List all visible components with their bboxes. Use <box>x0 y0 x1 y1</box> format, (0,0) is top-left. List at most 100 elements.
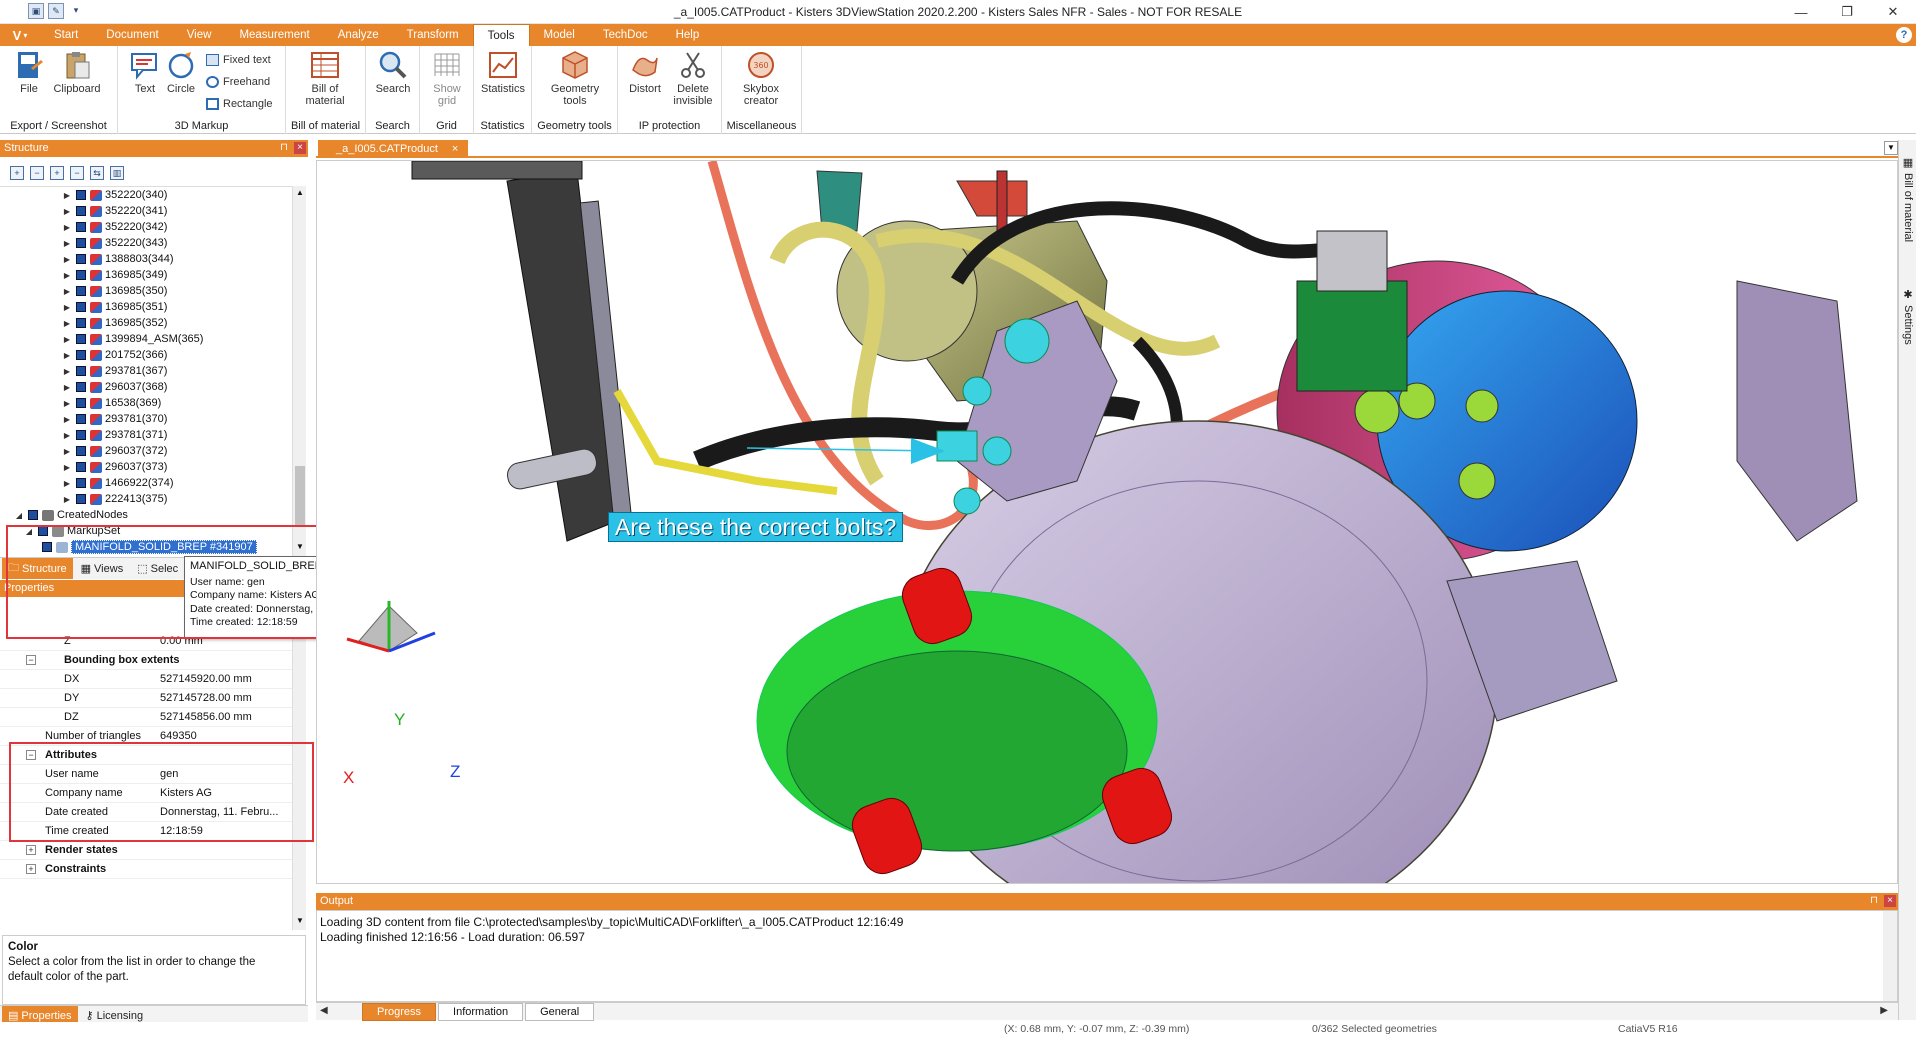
property-date-created[interactable]: Date created Donnerstag, 11. Febru... <box>0 803 292 822</box>
tree-row[interactable]: ▶ 293781(371) <box>0 427 292 443</box>
tree-row[interactable]: ▶ 201752(366) <box>0 347 292 363</box>
expand-arrow-icon[interactable]: ▶ <box>62 463 72 472</box>
expand-arrow-icon[interactable]: ▶ <box>62 383 72 392</box>
geometry-tools-button[interactable]: Geometry tools <box>550 50 600 107</box>
expand-arrow-icon[interactable]: ▶ <box>62 479 72 488</box>
property-dz[interactable]: DZ 527145856.00 mm <box>0 708 292 727</box>
tree-row[interactable]: ▶ 1466922(374) <box>0 475 292 491</box>
expand-arrow-icon[interactable]: ▶ <box>62 431 72 440</box>
distort-button[interactable]: Distort <box>620 50 670 95</box>
close-icon[interactable]: × <box>1884 895 1896 907</box>
tree-row[interactable]: ▶ 136985(352) <box>0 315 292 331</box>
property-group-render-states[interactable]: + Render states <box>0 841 292 860</box>
dock-tab-bill-of-material[interactable]: ▦ Bill of material <box>1900 156 1916 242</box>
property-group-attributes[interactable]: − Attributes <box>0 746 292 765</box>
tree-row[interactable]: ▶ 352220(342) <box>0 219 292 235</box>
scrollbar-thumb[interactable] <box>295 466 305 526</box>
visibility-checkbox[interactable] <box>76 238 86 248</box>
visibility-checkbox[interactable] <box>76 366 86 376</box>
tree-row[interactable]: ▶ 352220(341) <box>0 203 292 219</box>
delete-invisible-button[interactable]: Delete invisible <box>668 50 718 107</box>
collapse-toggle-icon[interactable]: − <box>26 655 36 665</box>
scroll-down-icon[interactable]: ▼ <box>296 542 304 551</box>
visibility-checkbox[interactable] <box>76 382 86 392</box>
visibility-checkbox[interactable] <box>76 318 86 328</box>
visibility-checkbox[interactable] <box>76 302 86 312</box>
expand-all-icon[interactable]: + <box>10 166 24 180</box>
expand-arrow-icon[interactable]: ▶ <box>62 415 72 424</box>
property-company-name[interactable]: Company name Kisters AG <box>0 784 292 803</box>
tab-transform[interactable]: Transform <box>393 24 473 46</box>
expand-arrow-icon[interactable]: ▶ <box>62 255 72 264</box>
tree-row[interactable]: ▶ 296037(372) <box>0 443 292 459</box>
expand-arrow-icon[interactable]: ▶ <box>62 335 72 344</box>
sync-icon[interactable]: ⇆ <box>90 166 104 180</box>
close-icon[interactable]: × <box>294 142 306 154</box>
properties-scrollbar[interactable]: ▼ <box>292 600 306 930</box>
scroll-up-icon[interactable]: ▲ <box>296 188 304 197</box>
tab-progress[interactable]: Progress <box>362 1002 437 1021</box>
visibility-checkbox[interactable] <box>76 222 86 232</box>
expand-arrow-icon[interactable]: ▶ <box>62 207 72 216</box>
visibility-checkbox[interactable] <box>76 414 86 424</box>
property-group-constraints[interactable]: + Constraints <box>0 860 292 879</box>
pin-icon[interactable]: ⊓ <box>1868 895 1880 907</box>
collapse-all-icon[interactable]: − <box>30 166 44 180</box>
expand-arrow-icon[interactable]: ▶ <box>62 367 72 376</box>
visibility-checkbox[interactable] <box>76 462 86 472</box>
expand-arrow-icon[interactable]: ▶ <box>62 191 72 200</box>
collapse-toggle-icon[interactable]: − <box>26 750 36 760</box>
property-time-created[interactable]: Time created 12:18:59 <box>0 822 292 841</box>
maximize-button[interactable]: ❐ <box>1824 0 1870 24</box>
expand-arrow-icon[interactable]: ▶ <box>62 319 72 328</box>
circle-markup-button[interactable]: Circle <box>156 50 206 95</box>
file-button[interactable]: File <box>4 50 54 95</box>
tree-row[interactable]: ▶ 293781(367) <box>0 363 292 379</box>
expand-arrow-icon[interactable]: ▶ <box>62 223 72 232</box>
help-icon[interactable]: ? <box>1896 27 1912 43</box>
property-triangles[interactable]: Number of triangles 649350 <box>0 727 292 746</box>
property-group-bbox[interactable]: − Bounding box extents <box>0 651 292 670</box>
property-dx[interactable]: DX 527145920.00 mm <box>0 670 292 689</box>
pin-icon[interactable]: ⊓ <box>278 142 290 154</box>
expand-arrow-icon[interactable]: ▶ <box>62 447 72 456</box>
tree-row[interactable]: ▶ 296037(373) <box>0 459 292 475</box>
skybox-creator-button[interactable]: 360 Skybox creator <box>736 50 786 107</box>
property-dy[interactable]: DY 527145728.00 mm <box>0 689 292 708</box>
tab-selection[interactable]: ⬚ Selec <box>131 558 184 579</box>
visibility-checkbox[interactable] <box>76 430 86 440</box>
tab-help[interactable]: Help <box>662 24 714 46</box>
expand-arrow-icon[interactable]: ▶ <box>62 239 72 248</box>
scroll-right-icon[interactable]: ▶ <box>1880 1005 1888 1016</box>
show-grid-button[interactable]: Show grid <box>422 50 472 107</box>
dock-tab-settings[interactable]: ✱ Settings <box>1900 288 1916 345</box>
visibility-checkbox[interactable] <box>76 350 86 360</box>
clipboard-button[interactable]: Clipboard <box>52 50 102 95</box>
document-list-dropdown-icon[interactable]: ▼ <box>1884 141 1898 155</box>
tab-model[interactable]: Model <box>530 24 589 46</box>
rectangle-button[interactable]: Rectangle <box>206 98 273 110</box>
tree-row[interactable]: ▶ 136985(351) <box>0 299 292 315</box>
collapse-level-icon[interactable]: − <box>70 166 84 180</box>
tab-structure[interactable]: 🗀 Structure <box>2 558 73 579</box>
close-button[interactable]: ✕ <box>1870 0 1916 24</box>
visibility-checkbox[interactable] <box>76 206 86 216</box>
visibility-checkbox[interactable] <box>76 334 86 344</box>
scroll-left-icon[interactable]: ◀ <box>320 1005 328 1016</box>
visibility-checkbox[interactable] <box>76 494 86 504</box>
visibility-checkbox[interactable] <box>76 478 86 488</box>
tree-row-selected[interactable]: MANIFOLD_SOLID_BREP #341907 <box>0 539 292 555</box>
scroll-down-icon[interactable]: ▼ <box>296 916 304 925</box>
tab-view[interactable]: View <box>173 24 226 46</box>
search-button[interactable]: Search <box>368 50 418 95</box>
expand-arrow-icon[interactable]: ▶ <box>62 303 72 312</box>
document-tab[interactable]: _a_I005.CATProduct × <box>318 140 469 158</box>
visibility-checkbox[interactable] <box>76 190 86 200</box>
tree-row-created-nodes[interactable]: ◢ CreatedNodes <box>0 507 292 523</box>
tree-row-markup-set[interactable]: ◢ MarkupSet <box>0 523 292 539</box>
tab-views[interactable]: ▦ Views <box>75 558 130 579</box>
expand-arrow-icon[interactable]: ▶ <box>62 495 72 504</box>
tree-row[interactable]: ▶ 136985(350) <box>0 283 292 299</box>
visibility-checkbox[interactable] <box>76 254 86 264</box>
tree-row[interactable]: ▶ 352220(343) <box>0 235 292 251</box>
